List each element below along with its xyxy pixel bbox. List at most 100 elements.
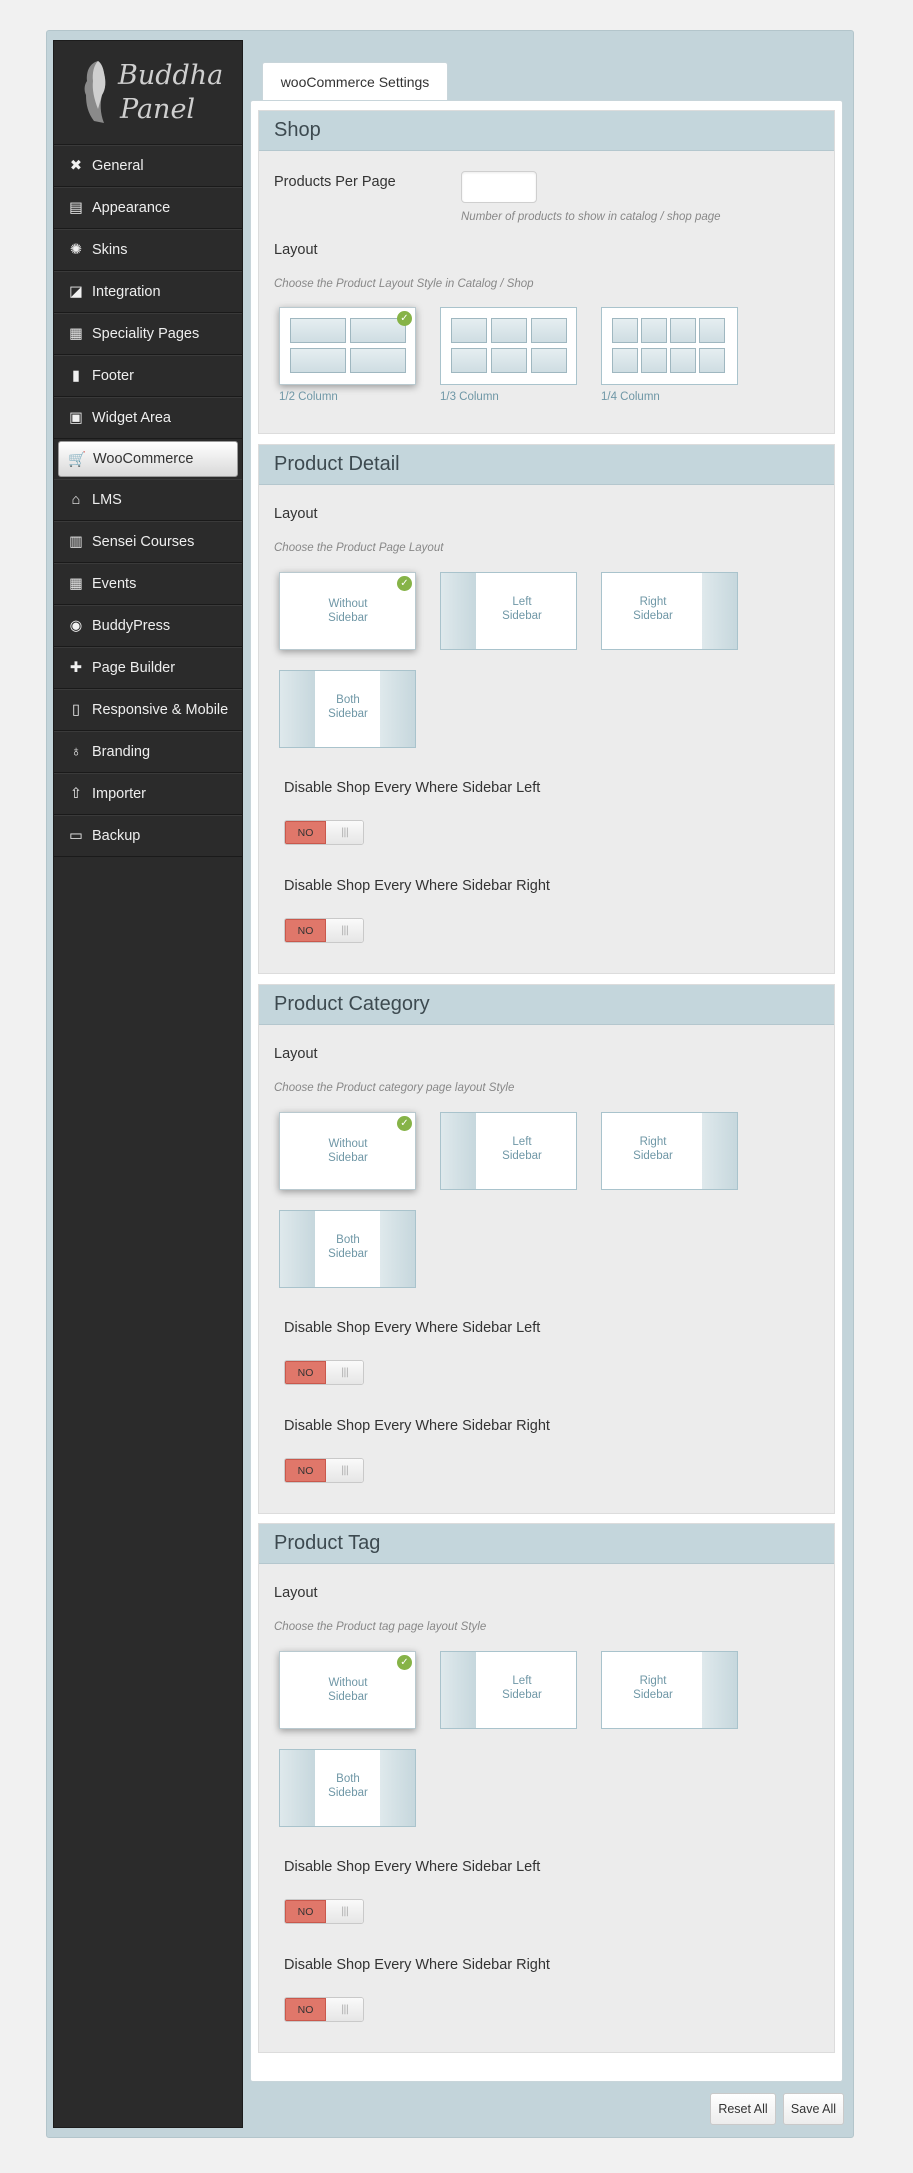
- sidebar-item-label: Responsive & Mobile: [92, 702, 229, 718]
- layout-option-without-sidebar[interactable]: Without Sidebar ✓: [279, 1112, 416, 1190]
- layout-desc: Choose the Product Page Layout: [274, 542, 444, 554]
- toggle-grip-icon: |||: [326, 1361, 363, 1384]
- layout-option-both-sidebar[interactable]: Both Sidebar: [279, 670, 416, 748]
- calendar-icon: ▦: [69, 576, 83, 592]
- sidebar-item-page-builder[interactable]: ✚ Page Builder: [54, 647, 242, 689]
- disable-sidebar-left-toggle[interactable]: NO |||: [284, 1899, 364, 1924]
- sidebar-item-label: Events: [92, 576, 137, 592]
- disable-sidebar-right-label: Disable Shop Every Where Sidebar Right: [284, 1418, 550, 1434]
- product-tag-section: Product Tag Layout Choose the Product ta…: [258, 1523, 835, 2053]
- layout-caption: 1/2 Column: [279, 391, 338, 403]
- layout-option-without-sidebar[interactable]: Without Sidebar ✓: [279, 1651, 416, 1729]
- toggle-grip-icon: |||: [326, 1900, 363, 1923]
- disable-sidebar-left-label: Disable Shop Every Where Sidebar Left: [284, 780, 541, 796]
- sidebar-item-label: Page Builder: [92, 660, 176, 676]
- layout-option-both-sidebar[interactable]: Both Sidebar: [279, 1210, 416, 1288]
- layout-option-quarter-column[interactable]: [601, 307, 738, 385]
- brand-line1: Buddha: [118, 60, 224, 91]
- sidebar-item-integration[interactable]: ◪ Integration: [54, 271, 242, 313]
- layout-label: Layout: [274, 1046, 318, 1062]
- option-label: Both Sidebar: [328, 1234, 368, 1260]
- sidebar-item-woocommerce[interactable]: 🛒 WooCommerce: [58, 441, 238, 477]
- disable-sidebar-left-toggle[interactable]: NO |||: [284, 820, 364, 845]
- disable-sidebar-right-toggle[interactable]: NO |||: [284, 1997, 364, 2022]
- sidebar-item-backup[interactable]: ▭ Backup: [54, 815, 242, 857]
- brand-logo: Buddha Panel: [54, 41, 242, 145]
- products-per-page-input[interactable]: [461, 171, 537, 203]
- option-label: Both Sidebar: [328, 1773, 368, 1799]
- layout-option-left-sidebar[interactable]: Left Sidebar: [440, 1112, 577, 1190]
- layout-caption: 1/3 Column: [440, 391, 499, 403]
- footer-icon: ▮: [72, 368, 80, 384]
- sidebar-item-lms[interactable]: ⌂ LMS: [54, 479, 242, 521]
- sidebar-item-widget-area[interactable]: ▣ Widget Area: [54, 397, 242, 439]
- page-builder-icon: ✚: [69, 660, 83, 676]
- layout-option-third-column[interactable]: [440, 307, 577, 385]
- sidebar-item-label: General: [92, 158, 144, 174]
- product-detail-section: Product Detail Layout Choose the Product…: [258, 444, 835, 974]
- buddha-head-icon: [84, 61, 106, 123]
- wrench-icon: ✖: [69, 158, 83, 174]
- layout-option-right-sidebar[interactable]: Right Sidebar: [601, 1651, 738, 1729]
- section-title: Product Category: [259, 985, 834, 1025]
- sidebar-item-responsive-mobile[interactable]: ▯ Responsive & Mobile: [54, 689, 242, 731]
- integration-icon: ◪: [69, 284, 83, 300]
- option-label: Without Sidebar: [328, 1677, 368, 1703]
- section-title: Product Detail: [259, 445, 834, 485]
- sidebar-item-label: Backup: [92, 828, 141, 844]
- disable-sidebar-right-label: Disable Shop Every Where Sidebar Right: [284, 1957, 550, 1973]
- sidebar: Buddha Panel ✖ General ▤ Appearance ✺ Skins ◪ I…: [53, 40, 243, 2128]
- layout-label: Layout: [274, 242, 318, 258]
- sidebar-item-speciality-pages[interactable]: ▦ Speciality Pages: [54, 313, 242, 355]
- section-title: Product Tag: [259, 1524, 834, 1564]
- mobile-icon: ▯: [72, 702, 80, 718]
- tab-woocommerce-settings[interactable]: wooCommerce Settings: [262, 62, 448, 100]
- layout-desc: Choose the Product tag page layout Style: [274, 1621, 487, 1633]
- toggle-grip-icon: |||: [326, 1459, 363, 1482]
- layout-desc: Choose the Product Layout Style in Catal…: [274, 278, 534, 290]
- sidebar-item-importer[interactable]: ⇧ Importer: [54, 773, 242, 815]
- sidebar-item-label: Sensei Courses: [92, 534, 195, 550]
- sidebar-item-label: BuddyPress: [92, 618, 171, 634]
- sidebar-item-branding[interactable]: ♁ Branding: [54, 731, 242, 773]
- sidebar-item-appearance[interactable]: ▤ Appearance: [54, 187, 242, 229]
- toggle-state: NO: [285, 1459, 326, 1482]
- toggle-state: NO: [285, 1998, 326, 2021]
- grid-icon: ▦: [69, 326, 83, 342]
- sidebar-item-skins[interactable]: ✺ Skins: [54, 229, 242, 271]
- sidebar-item-label: LMS: [92, 492, 122, 508]
- layout-option-without-sidebar[interactable]: Without Sidebar ✓: [279, 572, 416, 650]
- option-label: Left Sidebar: [502, 1136, 542, 1162]
- layout-option-left-sidebar[interactable]: Left Sidebar: [440, 572, 577, 650]
- toggle-state: NO: [285, 1900, 326, 1923]
- option-label: Both Sidebar: [328, 694, 368, 720]
- disable-sidebar-left-toggle[interactable]: NO |||: [284, 1360, 364, 1385]
- disable-sidebar-right-toggle[interactable]: NO |||: [284, 918, 364, 943]
- layout-option-left-sidebar[interactable]: Left Sidebar: [440, 1651, 577, 1729]
- sidebar-item-label: Widget Area: [92, 410, 171, 426]
- layout-option-right-sidebar[interactable]: Right Sidebar: [601, 572, 738, 650]
- layout-option-both-sidebar[interactable]: Both Sidebar: [279, 1749, 416, 1827]
- layout-option-right-sidebar[interactable]: Right Sidebar: [601, 1112, 738, 1190]
- sidebar-item-footer[interactable]: ▮ Footer: [54, 355, 242, 397]
- sidebar-item-label: Footer: [92, 368, 134, 384]
- disable-sidebar-right-toggle[interactable]: NO |||: [284, 1458, 364, 1483]
- layout-label: Layout: [274, 506, 318, 522]
- reset-all-button[interactable]: Reset All: [710, 2093, 776, 2125]
- sidebar-item-general[interactable]: ✖ General: [54, 145, 242, 187]
- section-title: Shop: [259, 111, 834, 151]
- sidebar-item-events[interactable]: ▦ Events: [54, 563, 242, 605]
- sidebar-item-sensei-courses[interactable]: ▥ Sensei Courses: [54, 521, 242, 563]
- layout-caption: 1/4 Column: [601, 391, 660, 403]
- buddypress-icon: ◉: [69, 618, 83, 634]
- sidebar-item-label: Branding: [92, 744, 151, 760]
- save-all-button[interactable]: Save All: [783, 2093, 844, 2125]
- layout-option-half-column[interactable]: ✓: [279, 307, 416, 385]
- disable-sidebar-right-label: Disable Shop Every Where Sidebar Right: [284, 878, 550, 894]
- products-per-page-desc: Number of products to show in catalog / …: [461, 211, 721, 223]
- toggle-grip-icon: |||: [326, 821, 363, 844]
- upload-icon: ⇧: [69, 786, 83, 802]
- sidebar-nav: ✖ General ▤ Appearance ✺ Skins ◪ Integration ▦ Sp…: [54, 145, 242, 857]
- sidebar-item-buddypress[interactable]: ◉ BuddyPress: [54, 605, 242, 647]
- cart-icon: 🛒: [67, 451, 87, 468]
